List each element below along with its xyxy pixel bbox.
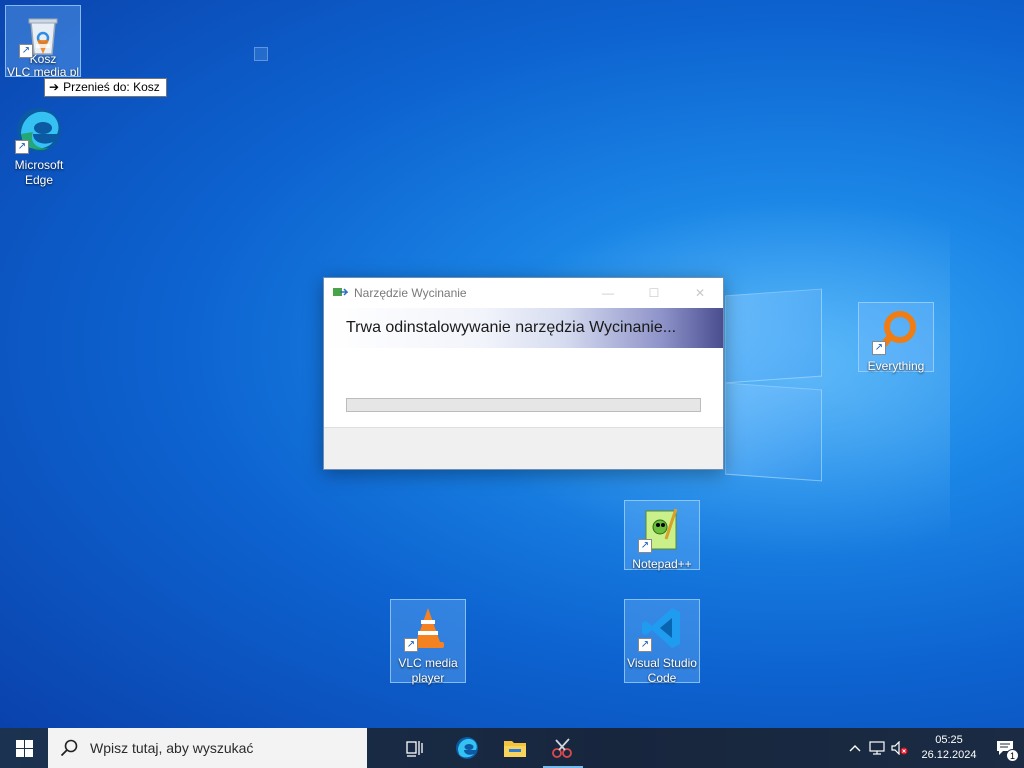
task-view-button[interactable] xyxy=(391,728,439,768)
wallpaper-logo-pane xyxy=(725,382,822,482)
task-view-icon xyxy=(406,741,423,757)
minimize-button[interactable]: — xyxy=(585,278,631,308)
shortcut-arrow-icon: ↗ xyxy=(15,140,29,154)
desktop-icon-label: Visual Studio Code xyxy=(627,656,697,685)
show-hidden-icons-button[interactable] xyxy=(844,728,866,768)
uninstall-dialog: Narzędzie Wycinanie — ☐ ✕ Trwa odinstalo… xyxy=(323,277,724,470)
taskbar-snipping-tool[interactable] xyxy=(539,728,587,768)
drag-tooltip: ➔ Przenieś do: Kosz xyxy=(44,78,167,97)
uninstall-progress-bar xyxy=(346,398,701,412)
edge-icon: ↗ xyxy=(15,106,63,154)
taskbar-edge[interactable] xyxy=(443,728,491,768)
clock-date: 26.12.2024 xyxy=(921,749,977,761)
drag-ghost-icon xyxy=(254,47,268,61)
maximize-button[interactable]: ☐ xyxy=(631,278,677,308)
start-button[interactable] xyxy=(0,728,48,768)
everything-search-icon: ↗ xyxy=(872,307,920,355)
windows-logo-icon xyxy=(15,739,33,757)
taskbar: Wpisz tutaj, aby wyszukać 05:25 26.12.20… xyxy=(0,728,1024,768)
dialog-heading: Trwa odinstalowywanie narzędzia Wycinani… xyxy=(346,319,677,336)
volume-muted-icon xyxy=(891,741,908,755)
dialog-banner: Trwa odinstalowywanie narzędzia Wycinani… xyxy=(324,308,723,348)
edge-icon xyxy=(456,737,478,759)
recycle-bin-icon: ↗ xyxy=(19,10,67,58)
dialog-footer xyxy=(324,427,723,469)
wallpaper-logo-pane xyxy=(725,288,822,384)
search-placeholder: Wpisz tutaj, aby wyszukać xyxy=(90,740,254,756)
shortcut-arrow-icon: ↗ xyxy=(638,638,652,652)
folder-icon xyxy=(504,741,526,757)
desktop-icon-everything[interactable]: ↗ Everything xyxy=(858,302,934,373)
shortcut-arrow-icon: ↗ xyxy=(872,341,886,355)
desktop-icon-vlc[interactable]: ↗ VLC media player xyxy=(390,599,466,685)
shortcut-arrow-icon: ↗ xyxy=(404,638,418,652)
clock[interactable]: 05:25 26.12.2024 xyxy=(912,728,986,768)
drag-tooltip-text: Przenieś do: Kosz xyxy=(63,80,160,94)
chevron-up-icon xyxy=(849,745,861,752)
scissors-icon xyxy=(552,738,572,758)
dialog-title: Narzędzie Wycinanie xyxy=(354,286,467,300)
clock-time: 05:25 xyxy=(935,734,963,746)
desktop-icon-notepadpp[interactable]: ↗ Notepad++ xyxy=(624,500,700,571)
desktop-icon-label: Microsoft Edge xyxy=(14,158,64,187)
taskbar-search-box[interactable]: Wpisz tutaj, aby wyszukać xyxy=(48,728,367,768)
desktop-icon-vscode[interactable]: ↗ Visual Studio Code xyxy=(624,599,700,685)
arrow-right-icon: ➔ xyxy=(49,80,60,94)
dialog-titlebar[interactable]: Narzędzie Wycinanie — ☐ ✕ xyxy=(324,278,723,308)
shortcut-arrow-icon: ↗ xyxy=(19,44,33,58)
vlc-cone-icon: ↗ xyxy=(404,604,452,652)
dialog-body xyxy=(324,348,723,428)
volume-button[interactable] xyxy=(888,728,912,768)
notification-badge: 1 xyxy=(1006,749,1019,762)
desktop-icon-label: VLC media player xyxy=(398,656,458,685)
shortcut-arrow-icon: ↗ xyxy=(638,539,652,553)
network-icon xyxy=(869,741,885,755)
desktop-icon-microsoft-edge[interactable]: ↗ Microsoft Edge xyxy=(1,102,77,187)
desktop-icon-label: VLC media pla xyxy=(7,65,79,76)
close-button[interactable]: ✕ xyxy=(677,278,723,308)
taskbar-file-explorer[interactable] xyxy=(491,728,539,768)
desktop-icon-recycle-bin[interactable]: ↗ Kosz VLC media pla xyxy=(5,5,81,77)
snipping-tool-icon xyxy=(333,288,348,296)
notepadpp-icon: ↗ xyxy=(638,505,686,553)
system-tray: 05:25 26.12.2024 1 xyxy=(844,728,1024,768)
vscode-icon: ↗ xyxy=(638,604,686,652)
desktop-icon-label: Everything xyxy=(867,359,925,373)
action-center-button[interactable]: 1 xyxy=(986,728,1024,768)
desktop-icon-label: Notepad++ xyxy=(632,557,692,571)
search-icon xyxy=(60,739,78,757)
network-button[interactable] xyxy=(866,728,888,768)
